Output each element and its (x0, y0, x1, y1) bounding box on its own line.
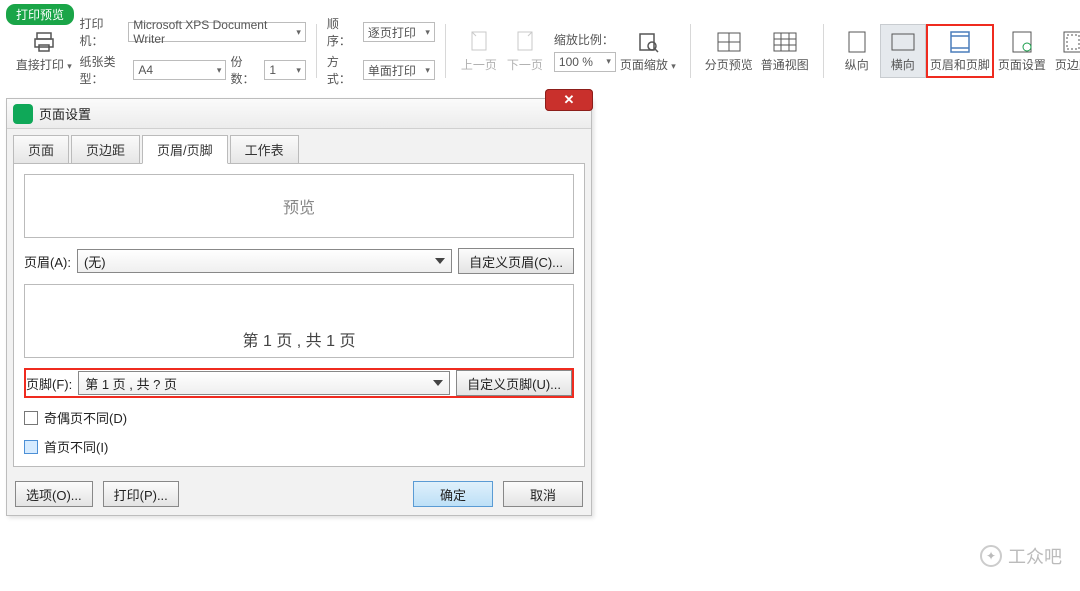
printer-icon (32, 30, 56, 54)
dialog-close-button[interactable]: ✕ (545, 89, 593, 111)
watermark-text: 工众吧 (1008, 543, 1062, 569)
paper-label: 纸张类型： (80, 53, 130, 87)
portrait-button[interactable]: 纵向 (834, 24, 880, 78)
next-page-button[interactable]: 下一页 (502, 24, 548, 78)
mode-select[interactable]: 单面打印▾ (363, 60, 435, 80)
page-next-icon (513, 30, 537, 54)
page-zoom-label: 页面缩放 ▾ (620, 56, 676, 73)
page-break-label: 分页预览 (705, 56, 753, 73)
watermark: ✦ 工众吧 (980, 543, 1062, 569)
header-footer-button[interactable]: 页眉和页脚 (926, 24, 994, 78)
options-button[interactable]: 选项(O)... (15, 481, 93, 507)
normal-view-label: 普通视图 (761, 56, 809, 73)
wps-icon (13, 104, 33, 124)
landscape-icon (891, 30, 915, 54)
first-page-checkbox[interactable] (24, 440, 38, 454)
group-nav: 上一页 下一页 缩放比例： 100 %▾ 页面缩放 ▾ (446, 24, 691, 78)
wechat-icon: ✦ (980, 545, 1002, 567)
landscape-button[interactable]: 横向 (880, 24, 926, 78)
mode-label: 方式： (327, 53, 359, 87)
header-combo-value: (无) (84, 252, 106, 271)
grid-icon (773, 30, 797, 54)
margins-icon (1061, 30, 1080, 54)
ok-button[interactable]: 确定 (413, 481, 493, 507)
page-setup-dialog: 页面设置 ✕ 页面 页边距 页眉/页脚 工作表 预览 页眉(A): (无) 自定… (6, 98, 592, 516)
dialog-footer: 选项(O)... 打印(P)... 确定 取消 (7, 473, 591, 515)
tab-header-footer[interactable]: 页眉/页脚 (142, 135, 228, 164)
cancel-button[interactable]: 取消 (503, 481, 583, 507)
zoom-label: 缩放比例： (554, 31, 614, 48)
margins-label: 页边距 (1055, 56, 1080, 73)
tab-sheet[interactable]: 工作表 (230, 135, 299, 164)
portrait-label: 纵向 (845, 56, 869, 73)
group-print: 直接打印 ▾ 打印机： Microsoft XPS Document Write… (6, 24, 317, 78)
header-field-label: 页眉(A): (24, 252, 71, 271)
footer-combo-value: 第 1 页 , 共 ? 页 (85, 374, 177, 393)
prev-page-button[interactable]: 上一页 (456, 24, 502, 78)
footer-combo[interactable]: 第 1 页 , 共 ? 页 (78, 371, 450, 395)
portrait-icon (845, 30, 869, 54)
odd-even-label: 奇偶页不同(D) (44, 408, 127, 427)
page-prev-icon (467, 30, 491, 54)
copies-label: 份数： (230, 53, 260, 87)
printer-label: 打印机： (80, 15, 125, 49)
tab-margins[interactable]: 页边距 (71, 135, 140, 164)
printer-select[interactable]: Microsoft XPS Document Writer▾ (128, 22, 306, 42)
header-footer-icon (948, 30, 972, 54)
print-button[interactable]: 打印(P)... (103, 481, 179, 507)
dialog-tabs: 页面 页边距 页眉/页脚 工作表 (7, 129, 591, 164)
custom-header-button[interactable]: 自定义页眉(C)... (458, 248, 574, 274)
group-view: 分页预览 普通视图 (691, 24, 824, 78)
ribbon-toolbar: 直接打印 ▾ 打印机： Microsoft XPS Document Write… (0, 22, 1080, 80)
odd-even-checkbox[interactable] (24, 411, 38, 425)
page-zoom-button[interactable]: 页面缩放 ▾ (616, 24, 680, 78)
dialog-title: 页面设置 (39, 104, 91, 123)
page-setup-button[interactable]: 页面设置 (994, 24, 1050, 78)
zoom-icon (636, 30, 660, 54)
copies-input[interactable]: 1▾ (264, 60, 306, 80)
order-select[interactable]: 逐页打印▾ (363, 22, 435, 42)
page-break-icon (717, 30, 741, 54)
group-orient: 纵向 横向 页眉和页脚 页面设置 页边距 (824, 24, 1080, 78)
prev-page-label: 上一页 (461, 56, 497, 73)
footer-field-label: 页脚(F): (26, 374, 72, 393)
paper-select[interactable]: A4▾ (133, 60, 226, 80)
next-page-label: 下一页 (507, 56, 543, 73)
dialog-titlebar[interactable]: 页面设置 ✕ (7, 99, 591, 129)
margins-button[interactable]: 页边距 (1050, 24, 1080, 78)
landscape-label: 横向 (891, 56, 915, 73)
tab-page[interactable]: 页面 (13, 135, 69, 164)
page-setup-label: 页面设置 (998, 56, 1046, 73)
direct-print-button[interactable]: 直接打印 ▾ (16, 24, 72, 78)
header-preview: 预览 (24, 174, 574, 238)
page-break-preview-button[interactable]: 分页预览 (701, 24, 757, 78)
tab-panel: 预览 页眉(A): (无) 自定义页眉(C)... 第 1 页 , 共 1 页 … (13, 163, 585, 467)
footer-preview: 第 1 页 , 共 1 页 (24, 284, 574, 358)
group-order: 顺序： 逐页打印▾ 方式： 单面打印▾ (317, 24, 446, 78)
zoom-input[interactable]: 100 %▾ (554, 52, 616, 72)
first-page-label: 首页不同(I) (44, 437, 108, 456)
page-setup-icon (1010, 30, 1034, 54)
header-combo[interactable]: (无) (77, 249, 452, 273)
order-label: 顺序： (327, 15, 359, 49)
header-footer-label: 页眉和页脚 (930, 56, 990, 73)
printer-settings: 打印机： Microsoft XPS Document Writer▾ 纸张类型… (80, 15, 306, 87)
custom-footer-button[interactable]: 自定义页脚(U)... (456, 370, 572, 396)
direct-print-label: 直接打印 ▾ (16, 56, 72, 73)
normal-view-button[interactable]: 普通视图 (757, 24, 813, 78)
